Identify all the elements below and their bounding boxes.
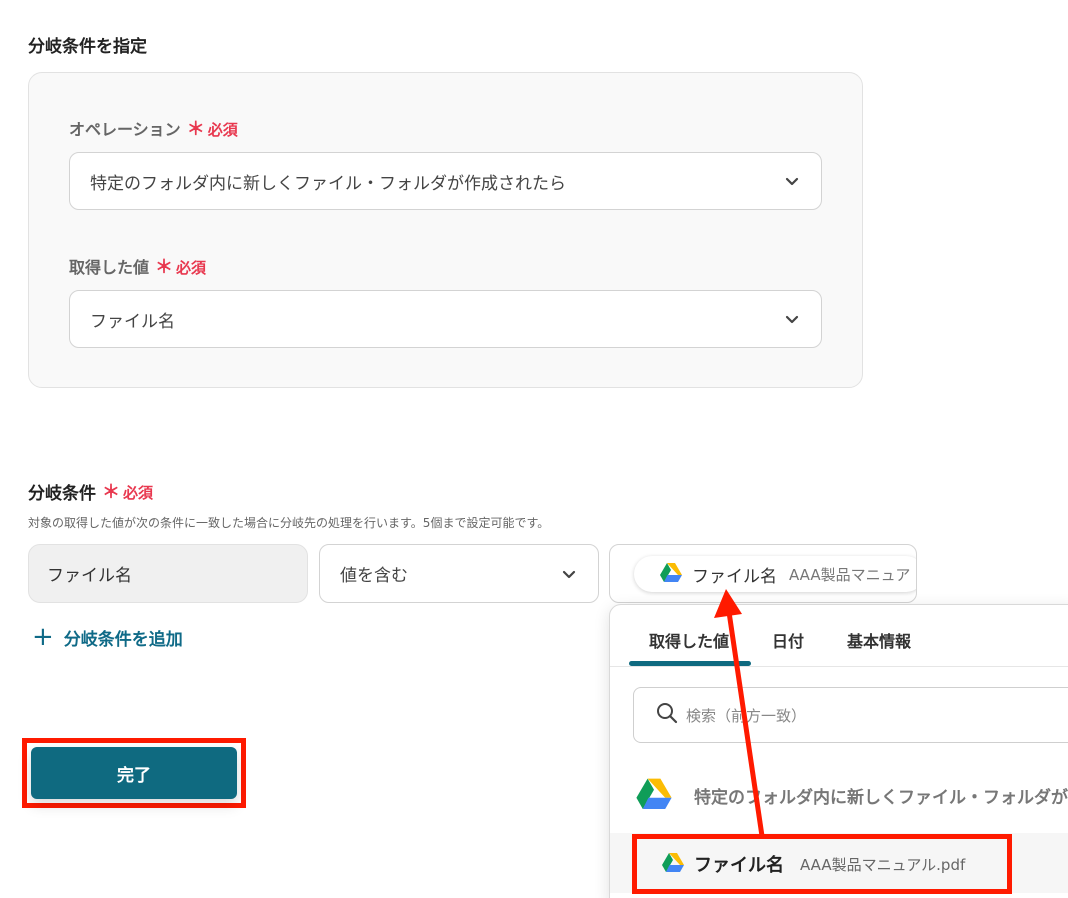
value-chip-name: ファイル名 [692,566,777,587]
acquired-value-select[interactable]: ファイル名 [69,290,822,348]
condition-value-input[interactable]: ファイル名 AAA製品マニュア [609,544,917,603]
operation-card: オペレーション ＊必須 特定のフォルダ内に新しくファイル・フォルダが作成されたら… [28,72,863,388]
required-badge: ＊必須 [155,257,207,278]
search-icon [656,702,678,728]
tab-acquired-value[interactable]: 取得した値 [649,628,729,652]
plus-icon: + [32,622,54,652]
active-tab-indicator [629,661,751,666]
condition-operator-value: 値を含む [340,566,408,586]
google-drive-icon [636,777,672,813]
tab-basic-info[interactable]: 基本情報 [847,628,911,652]
acquired-value-label-row: 取得した値 ＊必須 [69,253,206,279]
condition-help-text: 対象の取得した値が次の条件に一致した場合に分岐先の処理を行います。5個まで設定可… [28,516,550,530]
picker-item-highlight [632,834,1012,894]
done-button-highlight: 完了 [22,738,246,808]
picker-group-label: 特定のフォルダ内に新しくファイル・フォルダが作 [694,787,1068,808]
add-condition-label: 分岐条件を追加 [63,629,183,650]
chevron-down-icon [783,172,801,190]
condition-operator-select[interactable]: 値を含む [319,544,599,603]
section-title: 分岐条件を指定 [28,37,147,57]
operation-label: オペレーション [69,120,181,139]
picker-group-header[interactable]: 特定のフォルダ内に新しくファイル・フォルダが作 [636,777,1068,813]
condition-label: 分岐条件 [28,483,96,504]
operation-select[interactable]: 特定のフォルダ内に新しくファイル・フォルダが作成されたら [69,152,822,210]
operation-label-row: オペレーション ＊必須 [69,115,238,141]
chevron-down-icon [783,310,801,328]
picker-tabs: 取得した値 日付 基本情報 [610,605,1068,667]
google-drive-icon [660,562,682,586]
add-condition-button[interactable]: + 分岐条件を追加 [32,624,183,650]
required-badge: ＊必須 [102,482,154,503]
value-chip[interactable]: ファイル名 AAA製品マニュア [634,556,916,592]
acquired-value-label: 取得した値 [69,258,150,277]
tab-date[interactable]: 日付 [772,628,804,652]
chevron-down-icon [560,565,578,583]
condition-label-row: 分岐条件 ＊必須 [28,478,153,504]
done-button[interactable]: 完了 [31,747,237,799]
required-badge: ＊必須 [186,119,238,140]
acquired-value-select-value: ファイル名 [90,311,175,332]
value-chip-sub: AAA製品マニュア [789,565,911,584]
picker-search-input[interactable]: 検索（前方一致） [633,687,1068,743]
operation-select-value: 特定のフォルダ内に新しくファイル・フォルダが作成されたら [90,173,566,194]
search-placeholder: 検索（前方一致） [686,706,807,725]
condition-field: ファイル名 [28,544,308,603]
